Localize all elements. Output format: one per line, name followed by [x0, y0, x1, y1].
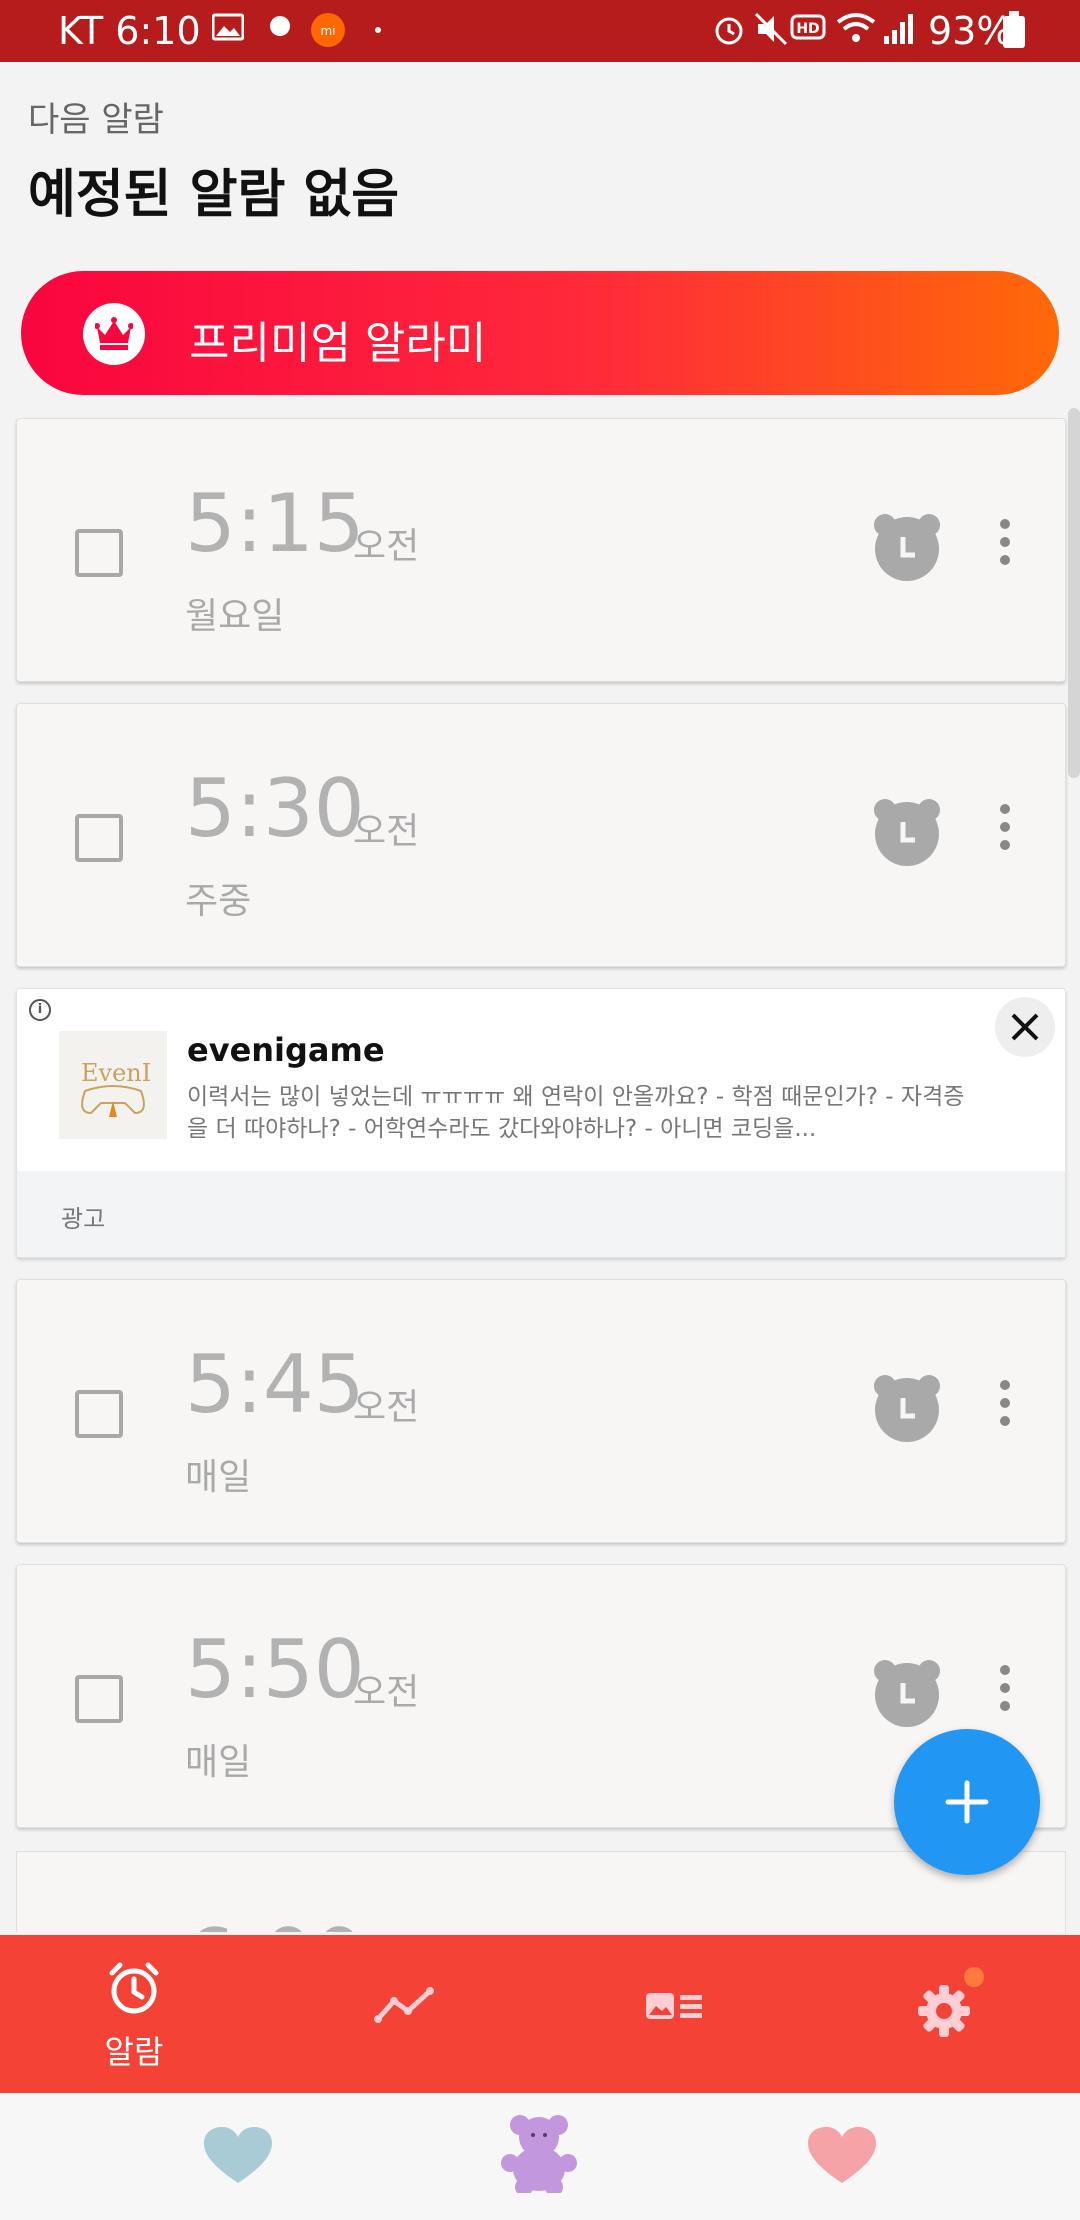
battery-icon — [1003, 11, 1025, 48]
notification-dot — [964, 1967, 984, 1987]
alarm-clock-icon — [109, 1962, 159, 2014]
plus-icon — [945, 1780, 989, 1824]
scrollbar[interactable] — [1068, 408, 1080, 778]
alarm-days: 월요일 — [185, 596, 285, 637]
more-menu-icon[interactable] — [997, 519, 1013, 569]
tab-alarm[interactable]: 알람 — [34, 1935, 234, 2093]
alarm-card[interactable]: 5:30 오전 주중 — [16, 703, 1066, 967]
close-icon[interactable] — [995, 997, 1055, 1057]
next-alarm-label: 다음 알람 — [28, 100, 164, 140]
ad-title[interactable]: evenigame — [187, 1031, 385, 1069]
svg-text:mi: mi — [320, 24, 335, 38]
alarm-time: 5:45 — [185, 1338, 365, 1431]
dot-icon — [375, 27, 381, 33]
more-menu-icon[interactable] — [997, 1380, 1013, 1430]
crown-icon — [83, 303, 145, 365]
alarm-days: 주중 — [185, 881, 252, 922]
alarm-time: 5:15 — [185, 477, 365, 570]
ad-description: 이력서는 많이 넣었는데 ㅠㅠㅠㅠ 왜 연락이 안올까요? - 학점 때문인가?… — [187, 1084, 965, 1142]
alarm-checkbox[interactable] — [75, 1390, 123, 1438]
alarm-ampm: 오전 — [353, 1672, 420, 1713]
more-menu-icon[interactable] — [997, 1665, 1013, 1715]
add-alarm-button[interactable] — [894, 1729, 1040, 1875]
stats-icon — [374, 1987, 434, 2023]
battery-percentage: 93% — [928, 9, 1013, 53]
bear-clock-icon[interactable] — [873, 511, 941, 581]
blue-heart-icon[interactable] — [204, 2127, 272, 2185]
alarm-card-partial[interactable]: 6:00 — [16, 1851, 1066, 1932]
alarm-ampm: 오전 — [353, 811, 420, 852]
alarm-days: 매일 — [185, 1457, 252, 1498]
svg-text:HD: HD — [796, 21, 819, 37]
bear-clock-icon[interactable] — [873, 796, 941, 866]
alarm-ampm: 오전 — [353, 526, 420, 567]
alarm-checkbox[interactable] — [75, 814, 123, 862]
info-icon[interactable]: i — [29, 999, 51, 1021]
app-icon — [270, 16, 290, 36]
bottom-nav: 알람 — [0, 1935, 1080, 2093]
alarm-checkbox[interactable] — [75, 529, 123, 577]
mute-icon — [754, 12, 788, 46]
mi-icon: mi — [311, 13, 345, 47]
alarm-time: 5:50 — [185, 1623, 365, 1716]
bear-clock-icon[interactable] — [873, 1372, 941, 1442]
premium-banner[interactable]: 프리미엄 알라미 — [21, 271, 1059, 395]
hd-icon: HD — [790, 14, 826, 40]
gear-icon — [918, 1985, 970, 2037]
bear-clock-icon[interactable] — [873, 1657, 941, 1727]
gallery-icon — [646, 1993, 702, 2019]
theme-bar — [0, 2093, 1080, 2220]
tab-stats[interactable] — [304, 1935, 504, 2093]
gamepad-icon — [81, 1085, 145, 1117]
alarm-checkbox[interactable] — [75, 1675, 123, 1723]
status-bar: KT 6:10 mi HD 93% — [0, 0, 1080, 62]
carrier-time: KT 6:10 — [58, 9, 201, 53]
tab-gallery[interactable] — [574, 1935, 774, 2093]
ad-label: 광고 — [61, 1205, 106, 1233]
alarm-days: 매일 — [185, 1742, 252, 1783]
alarm-card[interactable]: 5:45 오전 매일 — [16, 1279, 1066, 1543]
next-alarm-title: 예정된 알람 없음 — [28, 165, 400, 225]
signal-icon — [884, 14, 913, 44]
ad-footer: 광고 — [17, 1171, 1065, 1257]
tab-settings[interactable] — [844, 1935, 1044, 2093]
image-icon — [212, 13, 244, 41]
more-menu-icon[interactable] — [997, 804, 1013, 854]
pink-heart-icon[interactable] — [808, 2127, 876, 2185]
premium-label: 프리미엄 알라미 — [189, 318, 487, 369]
alarm-ampm: 오전 — [353, 1387, 420, 1428]
wifi-icon — [836, 13, 876, 42]
alarm-status-icon — [715, 17, 743, 45]
ad-card[interactable]: i EvenI evenigame 이력서는 많이 넣었는데 ㅠㅠㅠㅠ 왜 연락… — [16, 988, 1066, 1258]
ad-logo[interactable]: EvenI — [59, 1031, 167, 1139]
alarm-time: 5:30 — [185, 762, 365, 855]
purple-bear-icon[interactable] — [500, 2113, 578, 2193]
alarm-time: 6:00 — [185, 1912, 365, 1932]
alarm-card[interactable]: 5:15 오전 월요일 — [16, 418, 1066, 682]
tab-alarm-label: 알람 — [104, 2033, 164, 2071]
